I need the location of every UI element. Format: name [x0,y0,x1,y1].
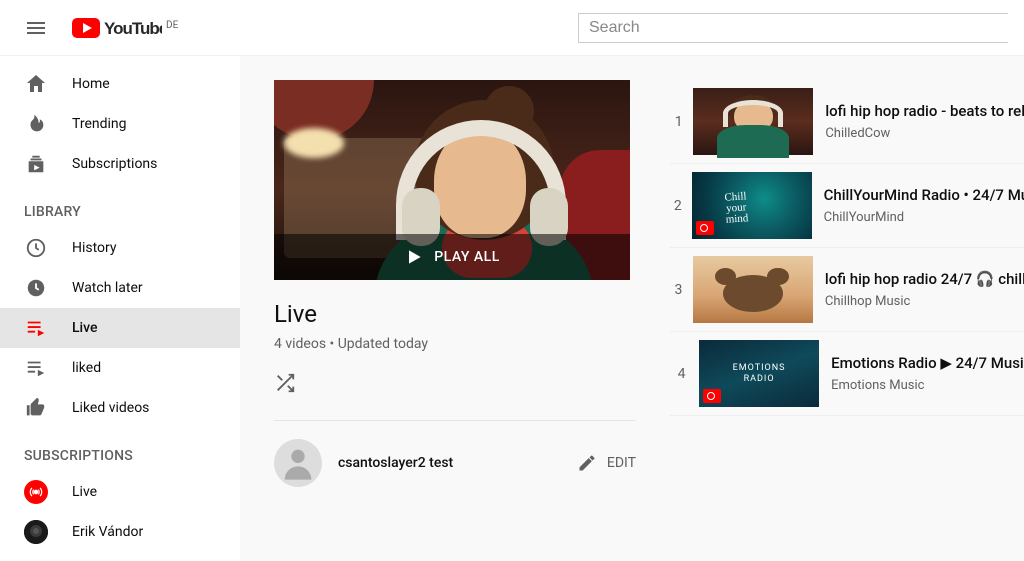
video-info: ChillYourMind Radio • 24/7 Music Live St… [824,186,1024,225]
video-title: Emotions Radio ▶ 24/7 Music [831,354,1024,372]
edit-label: EDIT [607,455,636,471]
sidebar-item-label: Watch later [72,280,143,296]
sidebar-sub-erik[interactable]: Erik Vándor [0,512,240,552]
sidebar-item-history[interactable]: History [0,228,240,268]
sidebar-item-liked-videos[interactable]: Liked videos [0,388,240,428]
playlist-video-row[interactable]: 1 lofi hip hop radio - beats to relax/st… [670,80,1024,164]
sidebar-item-label: Live [72,320,97,336]
video-channel: ChilledCow [825,126,1024,141]
video-index: 2 [670,198,686,214]
play-all-label: PLAY ALL [434,249,500,265]
search-input[interactable] [578,13,1008,43]
sidebar-heading-subscriptions: Subscriptions [0,440,240,472]
video-channel: Chillhop Music [825,294,1024,309]
playlist-videos: 1 lofi hip hop radio - beats to relax/st… [654,56,1024,561]
search-container [578,13,1008,43]
shuffle-button[interactable] [274,372,636,398]
sidebar-item-liked[interactable]: liked [0,348,240,388]
sidebar-item-label: liked [72,360,101,376]
playlist-title: Live [274,300,636,328]
sidebar-item-label: Liked videos [72,400,149,416]
pencil-icon [577,453,597,473]
country-code: DE [166,20,178,31]
video-title: ChillYourMind Radio • 24/7 Music Live St… [824,186,1024,204]
owner-name[interactable]: csantoslayer2 test [338,455,577,471]
playlist-icon [24,316,48,340]
svg-text:YouTube: YouTube [104,19,162,38]
playlist-panel: PLAY ALL Live 4 videos • Updated today c… [240,56,654,561]
sidebar-item-label: Home [72,76,110,92]
sidebar-item-label: Live [72,484,97,500]
clock-icon [24,276,48,300]
channel-avatar-icon [24,520,48,544]
sidebar: Home Trending Subscriptions Library Hist… [0,56,240,561]
subscriptions-icon [24,152,48,176]
playlist-video-row[interactable]: 4 EMOTIONSRADIO Emotions Radio ▶ 24/7 Mu… [670,332,1024,416]
sidebar-item-live[interactable]: Live [0,308,240,348]
video-info: lofi hip hop radio - beats to relax/stud… [825,102,1024,141]
video-title: lofi hip hop radio 24/7 🎧 chill study be… [825,270,1024,288]
sidebar-item-label: Erik Vándor [72,524,143,540]
owner-avatar[interactable] [274,439,322,487]
play-icon [404,247,424,267]
video-thumbnail[interactable]: Chillyourmind [692,172,812,239]
video-thumbnail[interactable] [693,256,813,323]
thumb-art [693,256,813,323]
edit-button[interactable]: EDIT [577,453,636,473]
live-badge-icon [703,389,721,403]
video-thumbnail[interactable]: EMOTIONSRADIO [699,340,819,407]
top-header: YouTube DE [0,0,1024,56]
sidebar-item-trending[interactable]: Trending [0,104,240,144]
hamburger-menu-button[interactable] [16,8,56,48]
video-index: 4 [670,366,693,382]
sidebar-item-label: Subscriptions [72,156,157,172]
youtube-logo-icon: YouTube [72,18,162,38]
home-icon [24,72,48,96]
playlist-meta: 4 videos • Updated today [274,336,636,352]
playlist-video-row[interactable]: 2 Chillyourmind ChillYourMind Radio • 24… [670,164,1024,248]
video-channel: Emotions Music [831,378,1024,393]
main-content: PLAY ALL Live 4 videos • Updated today c… [240,56,1024,561]
live-badge-icon [696,221,714,235]
playlist-icon [24,356,48,380]
playlist-owner-row: csantoslayer2 test EDIT [274,420,636,487]
play-all-button[interactable]: PLAY ALL [274,234,630,280]
video-channel: ChillYourMind [824,210,1024,225]
trending-icon [24,112,48,136]
sidebar-item-label: Trending [72,116,127,132]
video-index: 3 [670,282,687,298]
video-info: Emotions Radio ▶ 24/7 Music Emotions Mus… [831,354,1024,393]
playlist-hero-thumbnail[interactable]: PLAY ALL [274,80,630,280]
sidebar-item-subscriptions[interactable]: Subscriptions [0,144,240,184]
video-title: lofi hip hop radio - beats to relax/stud… [825,102,1024,120]
video-thumbnail[interactable] [693,88,813,155]
thumb-art [693,88,813,155]
sidebar-sub-live[interactable]: Live [0,472,240,512]
sidebar-item-home[interactable]: Home [0,64,240,104]
playlist-video-row[interactable]: 3 lofi hip hop radio 24/7 🎧 chill study … [670,248,1024,332]
thumbs-up-icon [24,396,48,420]
sidebar-heading-library: Library [0,196,240,228]
sidebar-item-label: History [72,240,117,256]
history-icon [24,236,48,260]
sidebar-item-watch-later[interactable]: Watch later [0,268,240,308]
person-icon [278,443,318,483]
menu-icon [24,16,48,40]
shuffle-icon [274,372,296,394]
video-info: lofi hip hop radio 24/7 🎧 chill study be… [825,270,1024,309]
video-index: 1 [670,114,687,130]
youtube-logo[interactable]: YouTube DE [72,18,178,38]
channel-avatar-live-icon [24,480,48,504]
